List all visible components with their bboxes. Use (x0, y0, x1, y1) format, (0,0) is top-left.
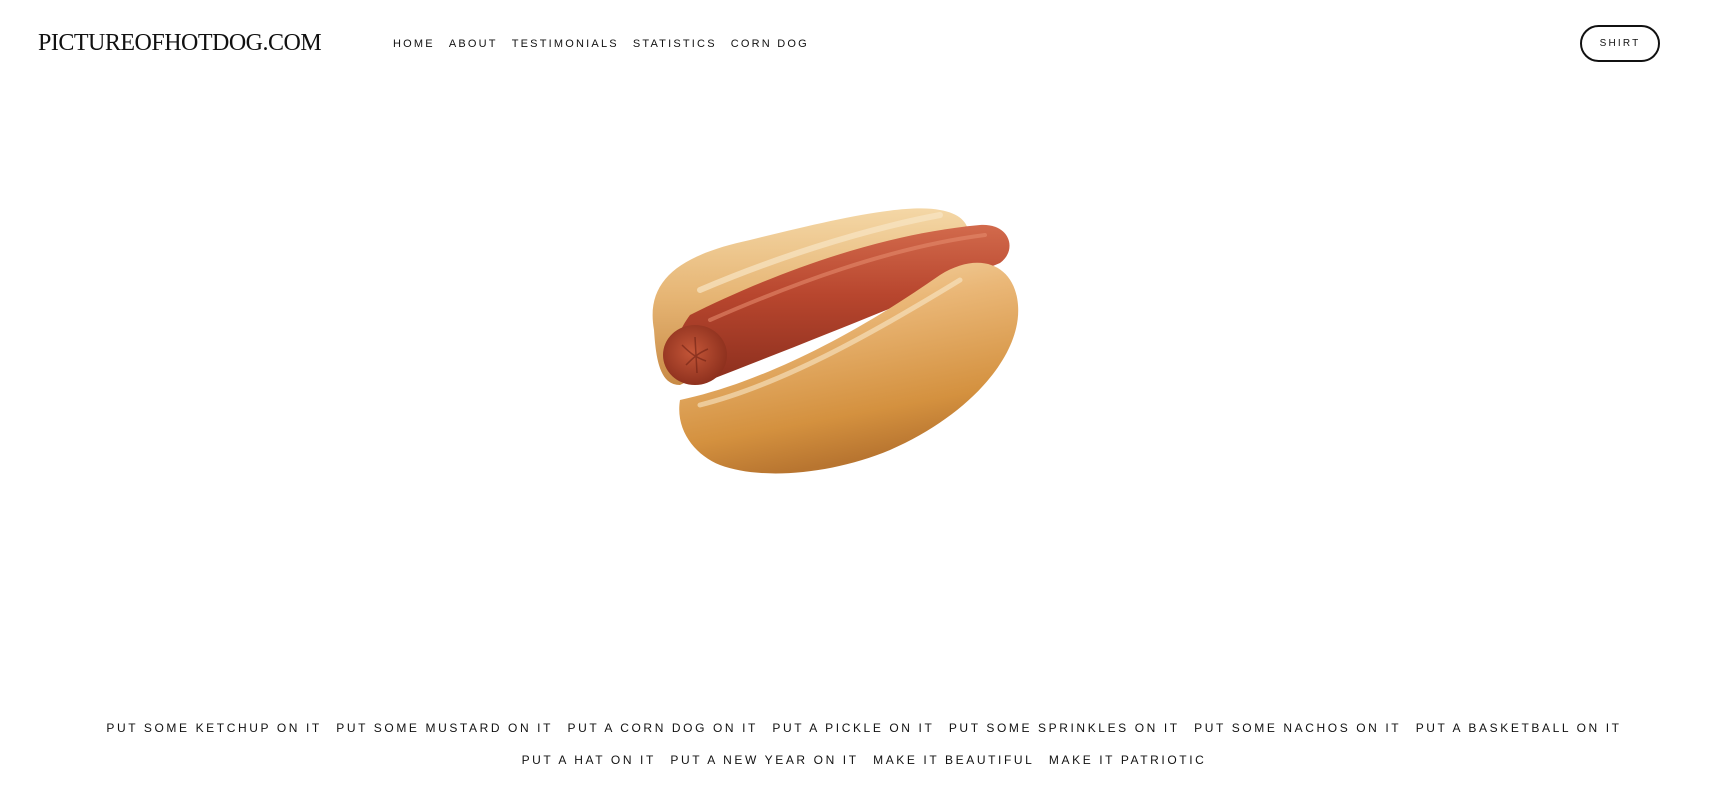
link-corn-dog[interactable]: PUT A CORN DOG ON IT (568, 713, 758, 744)
shirt-button[interactable]: SHIRT (1580, 25, 1660, 62)
link-pickle[interactable]: PUT A PICKLE ON IT (772, 713, 934, 744)
topping-links: PUT SOME KETCHUP ON IT PUT SOME MUSTARD … (0, 712, 1728, 776)
link-patriotic[interactable]: MAKE IT PATRIOTIC (1049, 745, 1207, 776)
nav-about[interactable]: ABOUT (449, 38, 498, 50)
link-mustard[interactable]: PUT SOME MUSTARD ON IT (336, 713, 553, 744)
nav-statistics[interactable]: STATISTICS (633, 38, 717, 50)
hot-dog-image (640, 195, 1060, 495)
link-new-year[interactable]: PUT A NEW YEAR ON IT (670, 745, 858, 776)
link-sprinkles[interactable]: PUT SOME SPRINKLES ON IT (949, 713, 1180, 744)
nav-testimonials[interactable]: TESTIMONIALS (512, 38, 619, 50)
nav-home[interactable]: HOME (393, 38, 435, 50)
link-nachos[interactable]: PUT SOME NACHOS ON IT (1194, 713, 1401, 744)
main-nav: HOME ABOUT TESTIMONIALS STATISTICS CORN … (393, 38, 809, 50)
nav-corn-dog[interactable]: CORN DOG (731, 38, 809, 50)
site-logo[interactable]: PICTUREOFHOTDOG.COM (38, 30, 322, 57)
site-header: PICTUREOFHOTDOG.COM HOME ABOUT TESTIMONI… (0, 0, 1728, 92)
link-ketchup[interactable]: PUT SOME KETCHUP ON IT (106, 713, 321, 744)
link-basketball[interactable]: PUT A BASKETBALL ON IT (1416, 713, 1622, 744)
link-hat[interactable]: PUT A HAT ON IT (522, 745, 656, 776)
hot-dog-illustration (652, 208, 1019, 474)
link-beautiful[interactable]: MAKE IT BEAUTIFUL (873, 745, 1034, 776)
